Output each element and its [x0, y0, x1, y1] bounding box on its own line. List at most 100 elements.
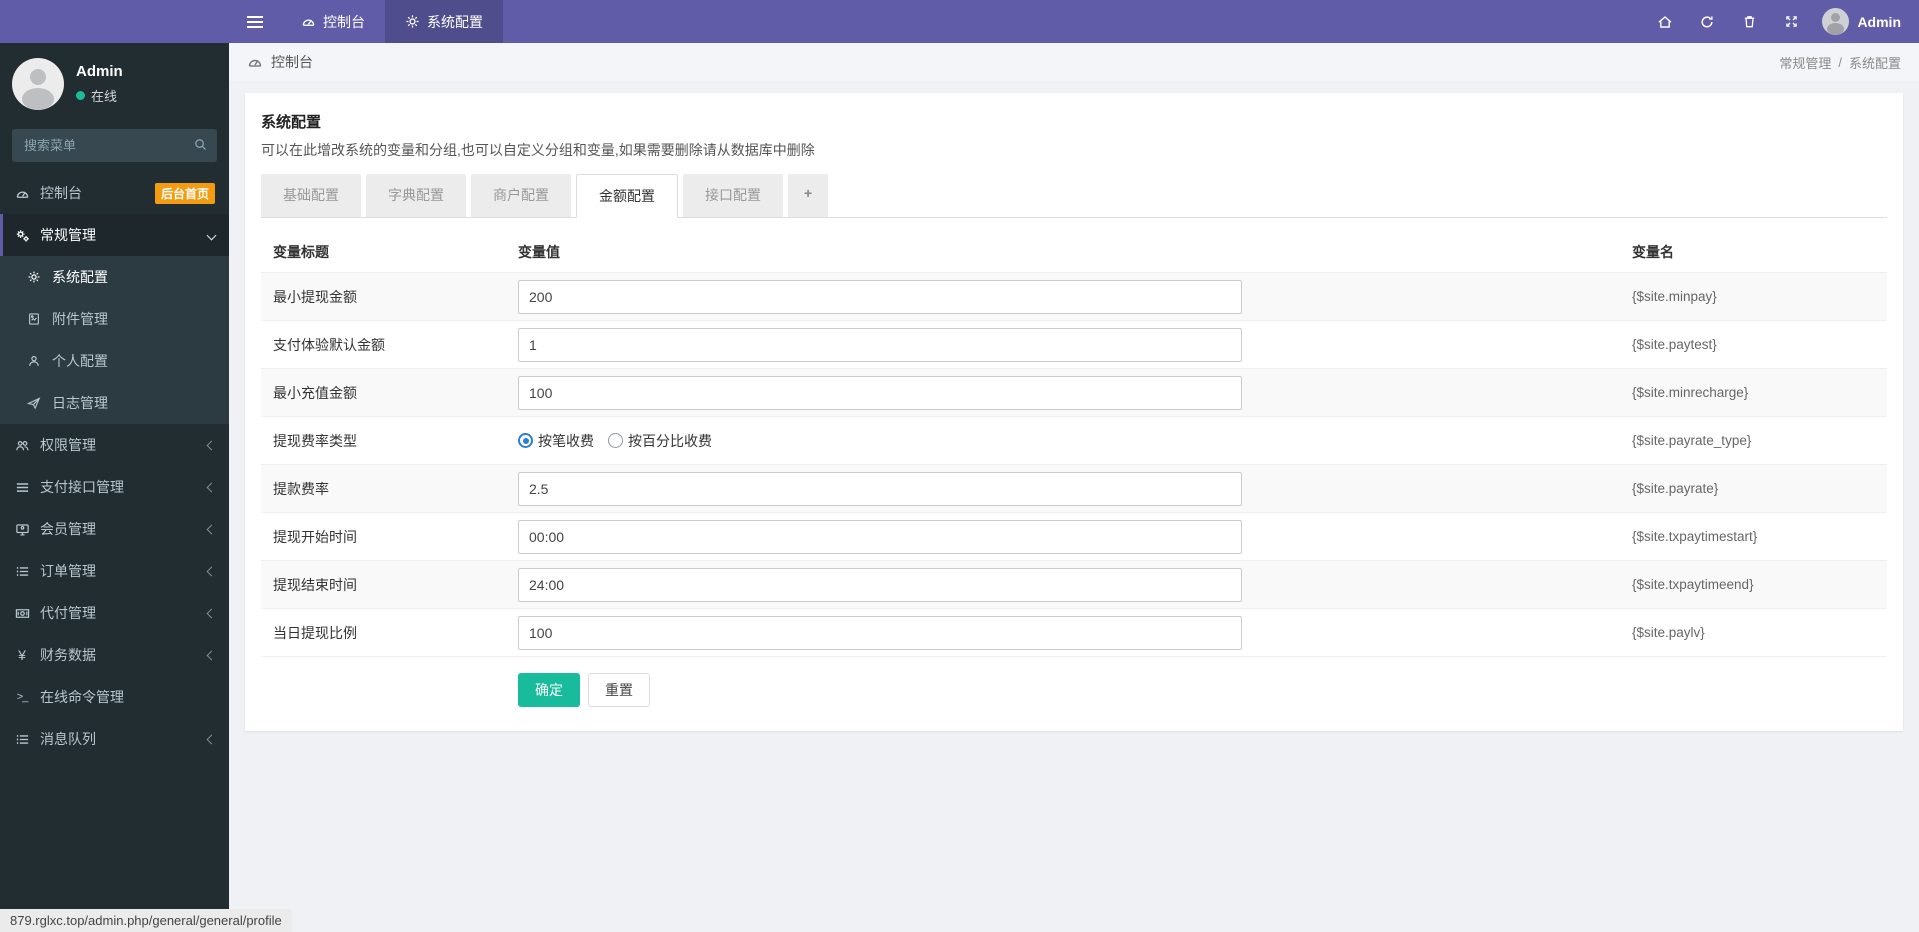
tab-dictionary-config[interactable]: 字典配置	[366, 174, 466, 217]
home-button[interactable]	[1646, 0, 1684, 43]
table-row: 提款费率 {$site.payrate}	[261, 464, 1887, 512]
table-row: 提现费率类型 按笔收费 按百分比收费 {$site.payrate_type}	[261, 416, 1887, 464]
radio-checked-icon[interactable]	[518, 433, 533, 448]
sidebar-item-payout-management[interactable]: 代付管理	[0, 592, 229, 634]
breadcrumb-leaf: 系统配置	[1848, 55, 1901, 71]
chevron-left-icon	[206, 734, 217, 744]
sidebar-item-finance-data[interactable]: ¥ 财务数据	[0, 634, 229, 676]
sidebar-item-general-management[interactable]: 常规管理	[0, 214, 229, 256]
user-name: Admin	[1857, 13, 1901, 30]
fullscreen-button[interactable]	[1772, 0, 1810, 43]
table-row: 提现开始时间 {$site.txpaytimestart}	[261, 512, 1887, 560]
sidebar-item-label: 消息队列	[40, 731, 96, 747]
column-header-varname: 变量名	[1632, 244, 1674, 260]
row-title: 支付体验默认金额	[273, 336, 385, 353]
sidebar-menu: 控制台 后台首页 常规管理 系统配置 附件管理 个人配置 日志管理 权限管理 支…	[0, 172, 229, 760]
table-header-row: 变量标题 变量值 变量名	[261, 232, 1887, 272]
page-description: 可以在此增改系统的变量和分组,也可以自定义分组和变量,如果需要删除请从数据库中删…	[261, 142, 815, 158]
sidebar-item-label: 系统配置	[52, 269, 108, 285]
chevron-left-icon	[206, 440, 217, 450]
row-varname: {$site.minpay}	[1632, 289, 1717, 304]
dashboard-icon	[247, 54, 263, 70]
nav-tab-label: 系统配置	[427, 13, 483, 30]
submit-button[interactable]: 确定	[518, 673, 580, 707]
config-input-minpay[interactable]	[518, 279, 1243, 314]
table-row: 当日提现比例 {$site.paylv}	[261, 608, 1887, 656]
reset-button[interactable]: 重置	[588, 673, 650, 707]
tab-add-group[interactable]: +	[788, 174, 829, 217]
tab-merchant-config[interactable]: 商户配置	[471, 174, 571, 217]
config-input-paytest[interactable]	[518, 327, 1243, 362]
list-icon	[14, 564, 30, 579]
sidebar-item-order-management[interactable]: 订单管理	[0, 550, 229, 592]
breadcrumb-trail: 常规管理 / 系统配置	[1779, 53, 1901, 72]
tab-amount-config[interactable]: 金额配置	[576, 174, 678, 218]
nav-tab-dashboard[interactable]: 控制台	[281, 0, 385, 43]
search-icon[interactable]	[193, 137, 208, 152]
home-icon	[1657, 14, 1673, 30]
sidebar-item-attachment-management[interactable]: 附件管理	[0, 298, 229, 340]
row-varname: {$site.payrate}	[1632, 481, 1719, 496]
payrate-type-radio-group: 按笔收费 按百分比收费	[518, 431, 1632, 451]
list-blocks-icon	[14, 480, 30, 495]
avatar	[12, 58, 64, 110]
system-config-panel: 系统配置 可以在此增改系统的变量和分组,也可以自定义分组和变量,如果需要删除请从…	[245, 93, 1903, 731]
config-input-payrate[interactable]	[518, 471, 1243, 506]
refresh-icon	[1699, 14, 1715, 30]
clear-cache-button[interactable]	[1730, 0, 1768, 43]
row-varname: {$site.txpaytimestart}	[1632, 529, 1758, 544]
chevron-left-icon	[206, 524, 217, 534]
sidebar-item-message-queue[interactable]: 消息队列	[0, 718, 229, 760]
sidebar-toggle-button[interactable]	[229, 0, 281, 43]
column-header-title: 变量标题	[273, 244, 329, 260]
row-title: 提现费率类型	[273, 432, 357, 449]
radio-option-percentage[interactable]: 按百分比收费	[608, 431, 712, 451]
sidebar-item-log-management[interactable]: 日志管理	[0, 382, 229, 424]
form-actions: 确定 重置	[261, 656, 1887, 711]
config-input-paylv[interactable]	[518, 615, 1243, 650]
row-title: 提现开始时间	[273, 528, 357, 545]
home-badge: 后台首页	[154, 182, 215, 204]
breadcrumb-parent[interactable]: 常规管理	[1779, 53, 1831, 72]
sidebar-item-permission-management[interactable]: 权限管理	[0, 424, 229, 466]
nav-tab-system-config[interactable]: 系统配置	[385, 0, 503, 43]
tab-basic-config[interactable]: 基础配置	[261, 174, 361, 217]
dashboard-icon	[301, 14, 316, 29]
trash-icon	[1742, 14, 1757, 29]
tab-api-config[interactable]: 接口配置	[683, 174, 783, 217]
radio-unchecked-icon[interactable]	[608, 433, 623, 448]
user-menu[interactable]: Admin	[1814, 8, 1901, 35]
money-icon	[14, 606, 30, 621]
content-body: 系统配置 可以在此增改系统的变量和分组,也可以自定义分组和变量,如果需要删除请从…	[229, 81, 1919, 743]
sidebar: Admin 在线 控制台 后台首页	[0, 43, 229, 932]
config-input-txpaytimestart[interactable]	[518, 519, 1243, 554]
row-varname: {$site.paylv}	[1632, 625, 1705, 640]
chevron-down-icon	[206, 230, 217, 240]
online-label: 在线	[91, 89, 118, 104]
chevron-left-icon	[206, 482, 217, 492]
sidebar-submenu-general: 系统配置 附件管理 个人配置 日志管理	[0, 256, 229, 424]
sidebar-item-personal-config[interactable]: 个人配置	[0, 340, 229, 382]
chevron-left-icon	[206, 608, 217, 618]
navbar-brand-area	[0, 0, 229, 43]
sidebar-item-system-config[interactable]: 系统配置	[0, 256, 229, 298]
config-input-minrecharge[interactable]	[518, 375, 1243, 410]
chevron-left-icon	[206, 650, 217, 660]
cogs-icon	[14, 228, 30, 243]
radio-option-per-transaction[interactable]: 按笔收费	[518, 431, 594, 451]
config-input-txpaytimeend[interactable]	[518, 567, 1243, 602]
gear-icon	[26, 270, 42, 284]
sidebar-item-label: 日志管理	[52, 395, 108, 411]
row-varname: {$site.paytest}	[1632, 337, 1717, 352]
top-navbar: 控制台 系统配置 Admin	[0, 0, 1919, 43]
row-varname: {$site.minrecharge}	[1632, 385, 1749, 400]
sidebar-item-member-management[interactable]: 会员管理	[0, 508, 229, 550]
sidebar-item-label: 代付管理	[40, 605, 96, 621]
sidebar-item-dashboard[interactable]: 控制台 后台首页	[0, 172, 229, 214]
menu-search-input[interactable]	[12, 129, 217, 162]
sidebar-search	[12, 129, 217, 162]
sidebar-item-online-command[interactable]: >_ 在线命令管理	[0, 676, 229, 718]
refresh-button[interactable]	[1688, 0, 1726, 43]
sidebar-item-payment-api-management[interactable]: 支付接口管理	[0, 466, 229, 508]
chevron-left-icon	[206, 566, 217, 576]
